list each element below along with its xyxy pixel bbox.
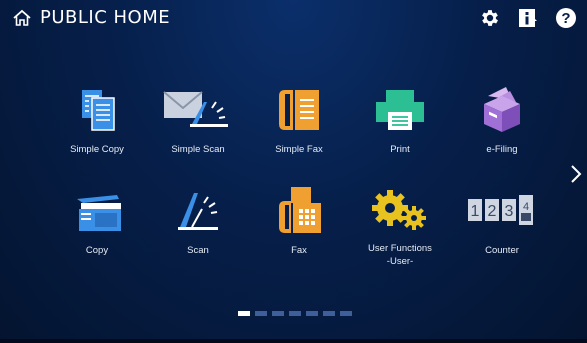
user-functions-icon	[372, 190, 426, 231]
tile-label: Simple Copy	[70, 144, 124, 155]
tile-simple-fax[interactable]: Simple Fax	[249, 82, 349, 168]
tile-label: Fax	[291, 245, 307, 256]
scan-icon	[178, 193, 218, 230]
page-dot-6[interactable]	[323, 311, 335, 316]
tile-label: e-Filing	[486, 144, 518, 155]
counter-digit: 3	[505, 203, 514, 220]
chevron-right-icon	[571, 165, 582, 183]
simple-scan-icon	[163, 91, 228, 127]
tile-label: Simple Fax	[275, 144, 323, 155]
tile-label: Scan	[187, 245, 209, 256]
bottom-border	[0, 339, 587, 343]
counter-digit: 2	[488, 203, 497, 220]
counter-digit: 4	[523, 201, 529, 213]
tile-label: Copy	[85, 245, 109, 256]
tile-label: User Functions -User-	[368, 243, 432, 268]
page-dot-1[interactable]	[238, 311, 250, 316]
counter-digit: 1	[471, 203, 480, 220]
tile-counter[interactable]: 1 2 3 4 Counter	[452, 183, 552, 269]
next-page-arrow[interactable]	[569, 160, 583, 188]
page-dot-2[interactable]	[255, 311, 267, 316]
fax-icon	[279, 187, 321, 233]
tile-simple-copy[interactable]: Simple Copy	[47, 82, 147, 168]
tile-print[interactable]: Print	[350, 82, 450, 168]
tile-scan[interactable]: Scan	[148, 183, 248, 269]
tile-fax[interactable]: Fax	[249, 183, 349, 269]
page-dot-4[interactable]	[289, 311, 301, 316]
tile-simple-scan[interactable]: Simple Scan	[148, 82, 248, 168]
page-dot-3[interactable]	[272, 311, 284, 316]
counter-icon: 1 2 3 4	[468, 195, 533, 225]
function-grid: Simple Copy Simple Scan Simple Fax Print…	[0, 0, 587, 343]
copy-icon	[77, 195, 121, 231]
page-dot-7[interactable]	[340, 311, 352, 316]
tile-label: Simple Scan	[171, 144, 225, 155]
print-icon	[376, 90, 424, 130]
tile-label: Print	[390, 144, 410, 155]
tile-user-functions[interactable]: User Functions -User-	[350, 183, 450, 269]
page-dot-5[interactable]	[306, 311, 318, 316]
tile-copy[interactable]: Copy	[47, 183, 147, 269]
tile-e-filing[interactable]: e-Filing	[452, 82, 552, 168]
simple-copy-icon	[82, 90, 115, 131]
tile-label: Counter	[485, 245, 519, 256]
e-filing-icon	[484, 87, 520, 132]
simple-fax-icon	[279, 90, 319, 130]
page-indicator	[238, 311, 352, 316]
